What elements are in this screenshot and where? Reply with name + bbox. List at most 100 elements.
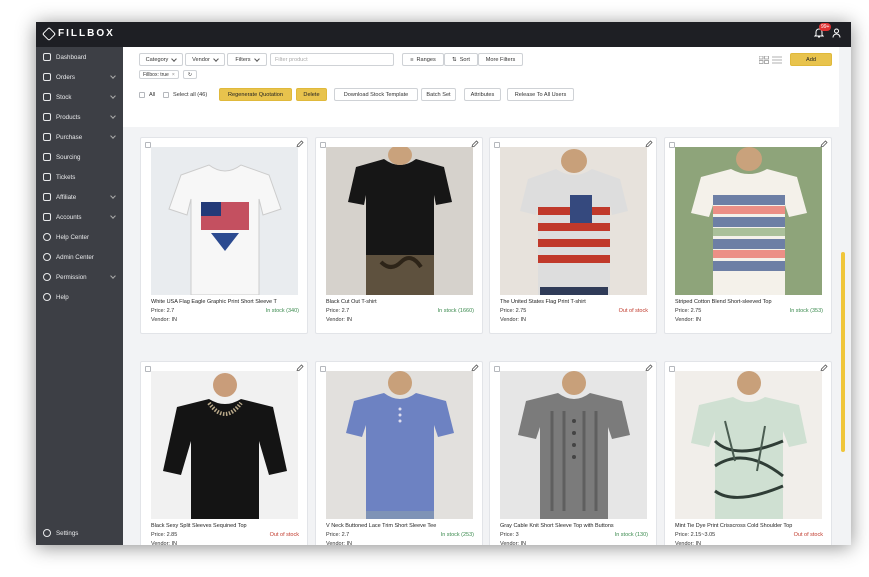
sidebar-item-stock[interactable]: Stock [36,87,123,107]
stock-status: Out of stock [269,532,299,538]
product-card[interactable]: White USA Flag Eagle Graphic Print Short… [140,137,308,334]
product-vendor: Vendor: IN [151,317,177,323]
logo-icon [41,26,57,41]
sidebar-item-settings[interactable]: Settings [36,523,123,543]
product-card[interactable]: Striped Cotton Blend Short-sleeved Top Pr… [664,137,832,334]
product-name[interactable]: V Neck Buttoned Lace Trim Short Sleeve T… [326,523,476,529]
vendor-dropdown[interactable]: Vendor [185,53,225,66]
delete-label: Delete [303,91,320,98]
product-vendor: Vendor: IN [500,541,526,545]
filter-product-input[interactable]: Filter product [270,53,394,66]
notification-badge: 99+ [819,23,832,31]
more-filters-label: More Filters [485,56,516,63]
chevron-down-icon [110,213,116,219]
notification-bell-icon[interactable]: 99+ [814,23,832,39]
product-image[interactable] [675,371,822,519]
grid-view-icon[interactable] [759,56,769,64]
select-all-label: Select all (46) [173,91,208,98]
stock-status: In stock (130) [614,532,648,538]
product-card[interactable]: V Neck Buttoned Lace Trim Short Sleeve T… [315,361,483,545]
sidebar-item-tickets[interactable]: Tickets [36,167,123,187]
product-image[interactable] [500,371,647,519]
purchase-icon [43,133,51,141]
sidebar-item-dashboard[interactable]: Dashboard [36,47,123,67]
batch-set-label: Batch Set [426,91,451,98]
product-image[interactable] [326,371,473,519]
stock-status: In stock (340) [265,308,299,314]
batch-set-button[interactable]: Batch Set [421,88,456,101]
refresh-button[interactable]: ↻ [183,70,197,79]
product-card[interactable]: Black Sexy Split Sleeves Sequined Top Pri… [140,361,308,545]
close-icon[interactable]: × [172,72,175,78]
all-checkbox-group[interactable]: All [139,88,155,101]
filter-chip[interactable]: Fillbox: true × [139,70,179,79]
filters-dropdown[interactable]: Filters [227,53,267,66]
product-name[interactable]: Black Sexy Split Sleeves Sequined Top [151,523,301,529]
user-icon[interactable] [832,28,841,38]
product-price: Price: 2.7 [326,308,350,314]
product-card[interactable]: Black Cut Out T-shirt Price: 2.7 Vendor: I… [315,137,483,334]
product-image[interactable] [151,371,298,519]
product-name[interactable]: Gray Cable Knit Short Sleeve Top with Bu… [500,523,650,529]
help-icon [43,293,51,301]
all-checkbox[interactable] [139,91,145,98]
product-vendor: Vendor: IN [675,317,701,323]
product-card[interactable]: The United States Flag Print T-shirt Pric… [489,137,657,334]
product-image[interactable] [500,147,647,295]
product-name[interactable]: White USA Flag Eagle Graphic Print Short… [151,299,301,305]
product-image[interactable] [675,147,822,295]
release-to-all-users-button[interactable]: Release To All Users [507,88,574,101]
ranges-label: Ranges [416,56,436,63]
sidebar-item-label: Accounts [56,213,82,221]
sidebar-item-accounts[interactable]: Accounts [36,207,123,227]
sidebar-item-affiliate[interactable]: Affiliate [36,187,123,207]
more-filters-button[interactable]: More Filters [478,53,523,66]
select-all-group[interactable]: Select all (46) [163,88,207,101]
stock-status: Out of stock [618,308,648,314]
sidebar-item-label: Purchase [56,133,83,141]
product-price: Price: 2.15~3.05 [675,532,716,538]
product-card[interactable]: Mint Tie Dye Print Crisscross Cold Shoul… [664,361,832,545]
sidebar-item-orders[interactable]: Orders [36,67,123,87]
logo[interactable]: FILLBOX [41,26,115,41]
category-label: Category [145,56,169,63]
accounts-icon [43,213,51,221]
category-dropdown[interactable]: Category [139,53,183,66]
list-view-icon[interactable] [772,56,782,64]
vendor-label: Vendor [192,56,210,63]
admin-center-icon [43,253,51,261]
sidebar-item-sourcing[interactable]: Sourcing [36,147,123,167]
select-all-checkbox[interactable] [163,91,169,98]
add-button[interactable]: Add [790,53,832,66]
product-card[interactable]: Gray Cable Knit Short Sleeve Top with Bu… [489,361,657,545]
filter-product-placeholder: Filter product [275,56,308,63]
sidebar-item-help-center[interactable]: Help Center [36,227,123,247]
product-image[interactable] [151,147,298,295]
sidebar-item-products[interactable]: Products [36,107,123,127]
sidebar-item-help[interactable]: Help [36,287,123,307]
sidebar-item-purchase[interactable]: Purchase [36,127,123,147]
sidebar-item-label: Tickets [56,173,76,181]
scrollbar[interactable] [841,252,845,452]
regenerate-quotation-button[interactable]: Regenerate Quotation [219,88,292,101]
attributes-button[interactable]: Attributes [464,88,501,101]
product-name[interactable]: Striped Cotton Blend Short-sleeved Top [675,299,825,305]
product-name[interactable]: The United States Flag Print T-shirt [500,299,650,305]
chevron-down-icon [110,193,116,199]
product-price: Price: 2.75 [500,308,527,314]
product-name[interactable]: Black Cut Out T-shirt [326,299,476,305]
sidebar-item-admin-center[interactable]: Admin Center [36,247,123,267]
product-name[interactable]: Mint Tie Dye Print Crisscross Cold Shoul… [675,523,825,529]
download-stock-template-button[interactable]: Download Stock Template [334,88,418,101]
sidebar-item-label: Orders [56,73,75,81]
delete-button[interactable]: Delete [296,88,327,101]
sidebar-item-label: Stock [56,93,72,101]
product-price: Price: 2.7 [151,308,175,314]
product-image[interactable] [326,147,473,295]
product-grid: White USA Flag Eagle Graphic Print Short… [123,127,839,545]
sort-icon: ⇅ [452,56,457,63]
ranges-button[interactable]: ≡ Ranges [402,53,444,66]
sidebar-item-label: Affiliate [56,193,77,201]
sidebar-item-permission[interactable]: Permission [36,267,123,287]
sort-button[interactable]: ⇅ Sort [444,53,478,66]
